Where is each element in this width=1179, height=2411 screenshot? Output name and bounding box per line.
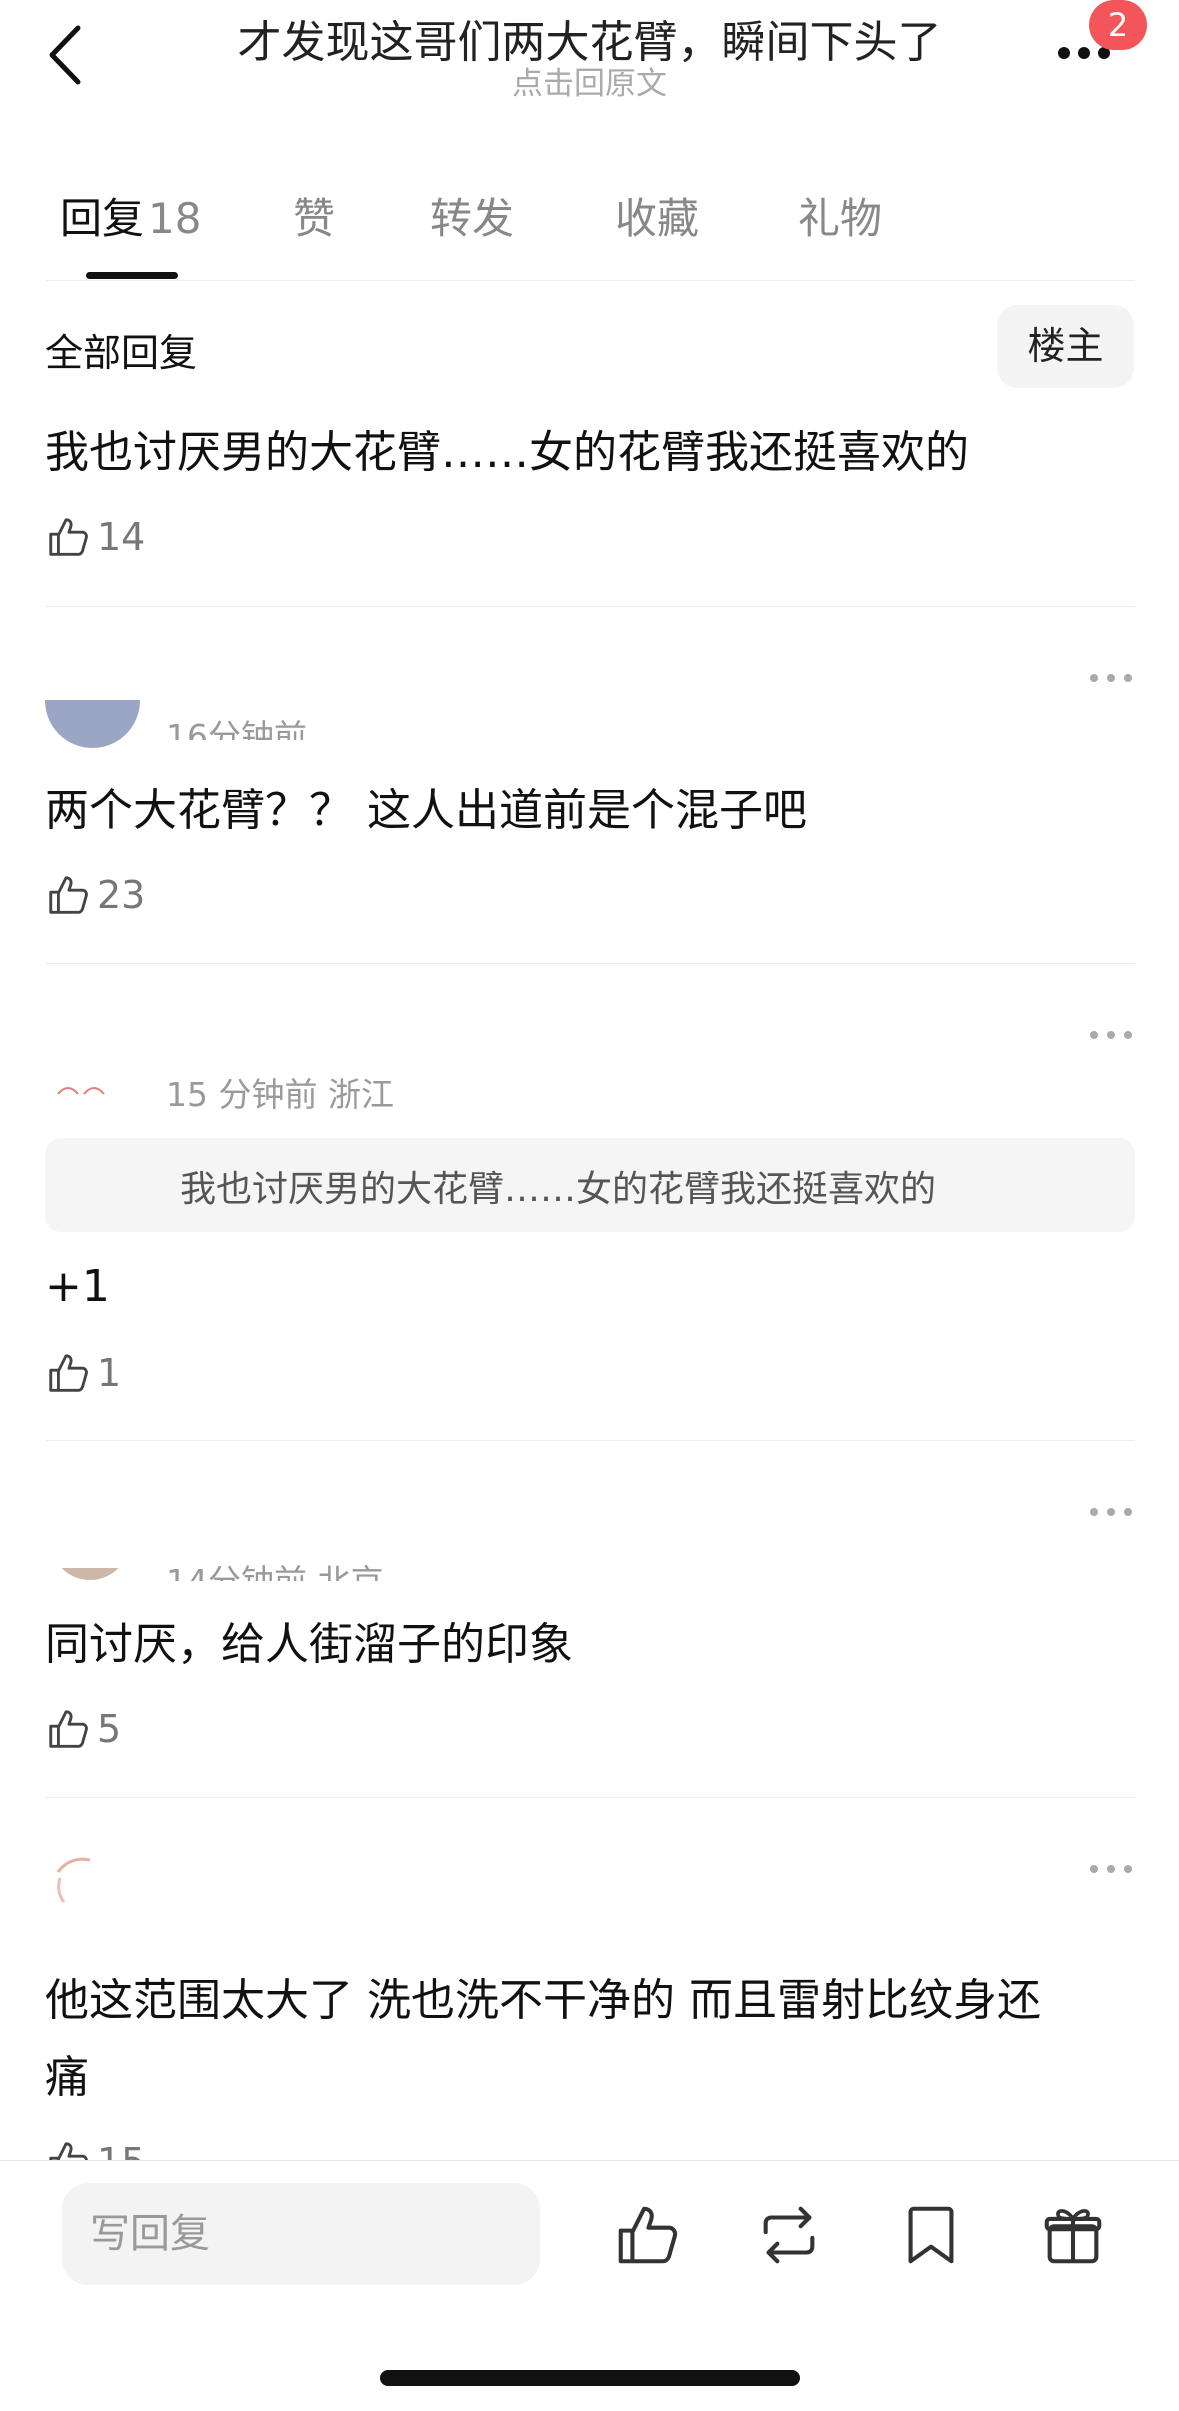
- like-button[interactable]: 5: [45, 1704, 121, 1754]
- thumbs-up-icon: [49, 1354, 88, 1392]
- owner-filter-button[interactable]: 楼主: [997, 305, 1134, 388]
- avatar[interactable]: [50, 1078, 145, 1108]
- comment-text-line: 他这范围太大了 洗也洗不干净的 而且雷射比纹身还: [45, 1975, 1041, 2026]
- tab-reposts[interactable]: 转发: [430, 185, 514, 246]
- divider: [45, 1797, 1135, 1798]
- like-count: 1: [97, 1351, 122, 1395]
- like-button[interactable]: 1: [45, 1348, 121, 1398]
- like-icon[interactable]: [612, 2200, 682, 2270]
- divider: [0, 2160, 1179, 2161]
- comment-text-line: 痛: [45, 2052, 89, 2103]
- divider: [45, 280, 1135, 281]
- quoted-reply-text: 我也讨厌男的大花臂……女的花臂我还挺喜欢的: [180, 1169, 937, 1210]
- comment-text: 他这范围太大了 洗也洗不干净的 而且雷射比纹身还 痛: [45, 1962, 1135, 2116]
- top-header: 才发现这哥们两大花臂，瞬间下头了 点击回原文 2: [0, 0, 1179, 150]
- avatar[interactable]: [50, 1848, 130, 1928]
- thumbs-up-icon: [49, 518, 88, 556]
- comment-meta: 16分钟前: [166, 717, 307, 740]
- divider: [45, 963, 1135, 964]
- comment-text: 同讨厌，给人街溜子的印象: [45, 1619, 573, 1670]
- like-button[interactable]: 23: [45, 870, 145, 920]
- like-button[interactable]: 15: [45, 2138, 145, 2160]
- like-count: 23: [97, 873, 146, 917]
- comment-text: 两个大花臂？？ 这人出道前是个混子吧: [45, 785, 807, 836]
- tab-gifts[interactable]: 礼物: [798, 185, 882, 246]
- like-count: 15: [97, 2140, 145, 2160]
- tab-likes[interactable]: 赞: [293, 185, 335, 246]
- comment-text: +1: [45, 1261, 110, 1312]
- more-options-icon[interactable]: [1088, 1027, 1134, 1041]
- gift-icon[interactable]: [1038, 2200, 1108, 2270]
- tab-favorites[interactable]: 收藏: [615, 185, 699, 246]
- thumbs-up-icon: [49, 1710, 88, 1748]
- like-button[interactable]: 14: [45, 512, 145, 562]
- more-options-icon[interactable]: [1088, 1861, 1134, 1875]
- avatar[interactable]: [50, 1568, 130, 1580]
- comment-meta: 15 分钟前 浙江: [166, 1075, 394, 1114]
- like-count: 5: [97, 1707, 122, 1751]
- avatar[interactable]: [45, 700, 140, 748]
- back-arrow-icon[interactable]: [40, 20, 100, 90]
- comment-text: 我也讨厌男的大花臂……女的花臂我还挺喜欢的: [45, 427, 969, 478]
- active-tab-indicator: [86, 272, 178, 279]
- all-replies-label: 全部回复: [45, 331, 198, 375]
- more-options-icon[interactable]: [1088, 1504, 1134, 1518]
- more-options-icon[interactable]: [1088, 670, 1134, 684]
- tab-replies-count: 18: [148, 194, 202, 243]
- home-indicator: [380, 2370, 800, 2386]
- comment-meta: 14分钟前 北京: [166, 1555, 383, 1581]
- notification-badge: 2: [1089, 0, 1147, 50]
- tab-replies[interactable]: 回复18: [60, 185, 201, 246]
- reply-input[interactable]: 写回复: [62, 2183, 540, 2285]
- divider: [45, 606, 1135, 607]
- thumbs-up-icon: [49, 2142, 88, 2160]
- repost-icon[interactable]: [754, 2200, 824, 2270]
- bookmark-icon[interactable]: [896, 2200, 966, 2270]
- view-original-link[interactable]: 点击回原文: [400, 58, 779, 103]
- like-count: 14: [97, 515, 146, 559]
- thumbs-up-icon: [49, 876, 88, 914]
- tab-replies-label: 回复: [60, 194, 145, 243]
- divider: [45, 1440, 1135, 1441]
